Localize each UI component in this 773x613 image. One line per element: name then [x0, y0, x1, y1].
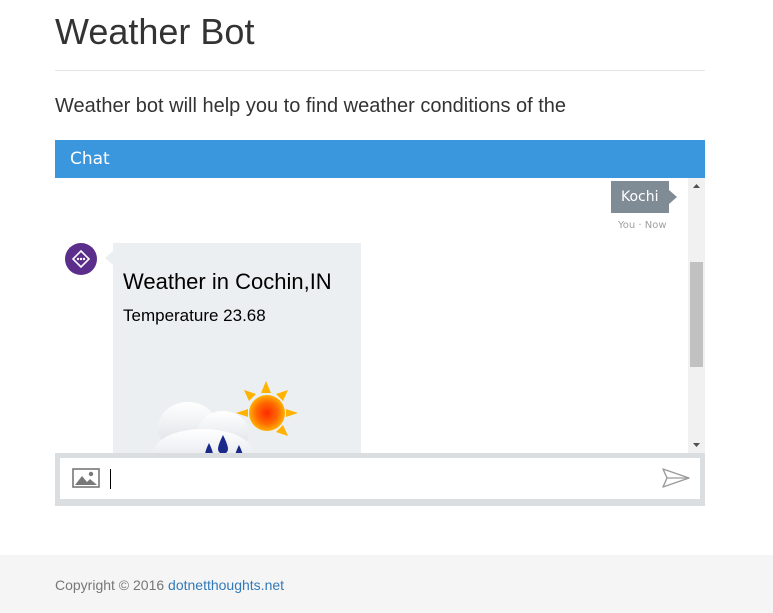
intro-text: Weather bot will help you to find weathe…: [55, 95, 567, 117]
card-temperature: Temperature 23.68: [123, 306, 266, 325]
page: Weather Bot Weather bot will help you to…: [0, 0, 773, 613]
bot-weather-card: Weather in Cochin,IN Temperature 23.68: [105, 243, 361, 453]
page-title: Weather Bot: [55, 11, 255, 52]
user-message-bubble: Kochi: [611, 181, 676, 213]
send-icon[interactable]: [661, 467, 691, 489]
scroll-thumb[interactable]: [690, 262, 703, 367]
text-caret: [110, 469, 111, 489]
message-input-bar: [55, 453, 705, 506]
partly-cloudy-rain-icon: [153, 381, 298, 453]
footer-link[interactable]: dotnetthoughts.net: [168, 577, 284, 593]
title-divider: [55, 70, 705, 71]
message-input-container: [60, 458, 700, 499]
scroll-up-arrow-icon[interactable]: [688, 178, 705, 195]
message-input[interactable]: [108, 462, 648, 495]
chat-history[interactable]: Kochi You · Now Weather in Cochin,IN Tem…: [55, 178, 705, 453]
image-upload-icon[interactable]: [72, 467, 100, 489]
footer-text: Copyright © 2016 dotnetthoughts.net: [55, 577, 284, 593]
footer-copyright: Copyright © 2016: [55, 577, 165, 593]
bot-icon: [66, 244, 96, 274]
chat-scrollbar[interactable]: [688, 178, 705, 453]
bot-avatar: [65, 243, 97, 275]
card-title: Weather in Cochin,IN: [123, 269, 332, 294]
chat-panel: Chat Kochi You · Now Weather in Cochin,I…: [55, 140, 705, 506]
footer: Copyright © 2016 dotnetthoughts.net: [0, 555, 773, 613]
scroll-down-arrow-icon[interactable]: [688, 436, 705, 453]
user-message-timestamp: You · Now: [618, 220, 667, 231]
chat-header: Chat: [55, 140, 705, 178]
